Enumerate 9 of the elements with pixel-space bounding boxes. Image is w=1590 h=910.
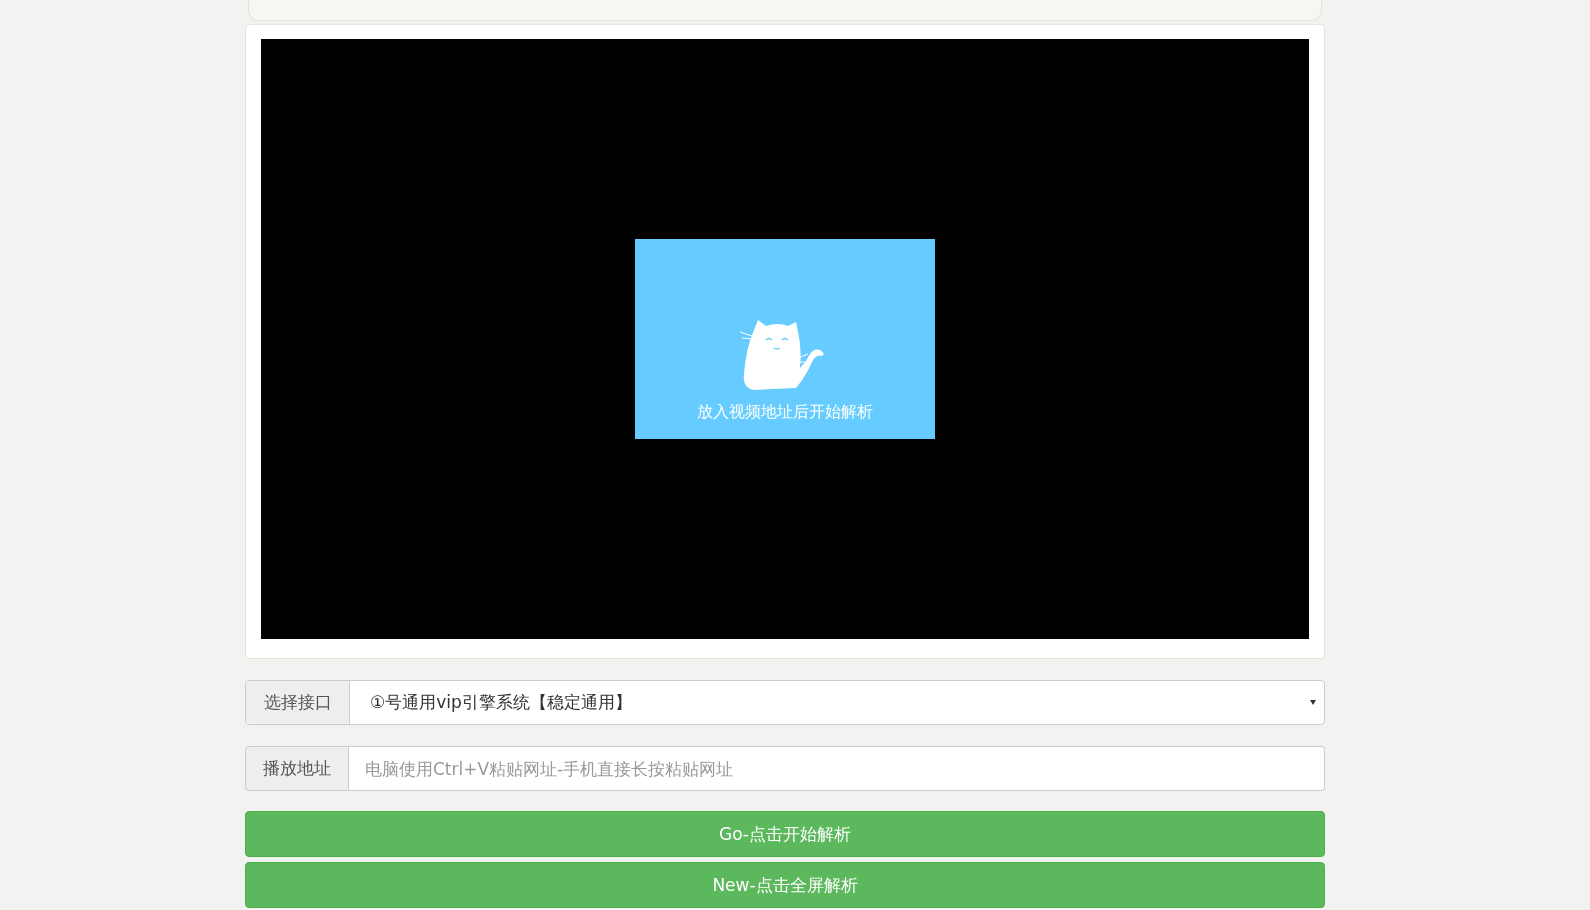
parse-button[interactable]: Go-点击开始解析: [245, 811, 1325, 857]
interface-select[interactable]: 选择接口 ①号通用vip引擎系统【稳定通用】: [245, 680, 1325, 725]
field-label: 播放地址: [245, 746, 349, 791]
caret-icon: [1310, 700, 1316, 705]
select-value: ①号通用vip引擎系统【稳定通用】: [370, 691, 632, 714]
player-message: 放入视频地址后开始解析: [697, 402, 873, 423]
select-label: 选择接口: [246, 681, 350, 724]
url-field[interactable]: 电脑使用Ctrl+V粘贴网址-手机直接长按粘贴网址: [349, 746, 1325, 791]
parse-button[interactable]: New-点击全屏解析: [245, 862, 1325, 908]
